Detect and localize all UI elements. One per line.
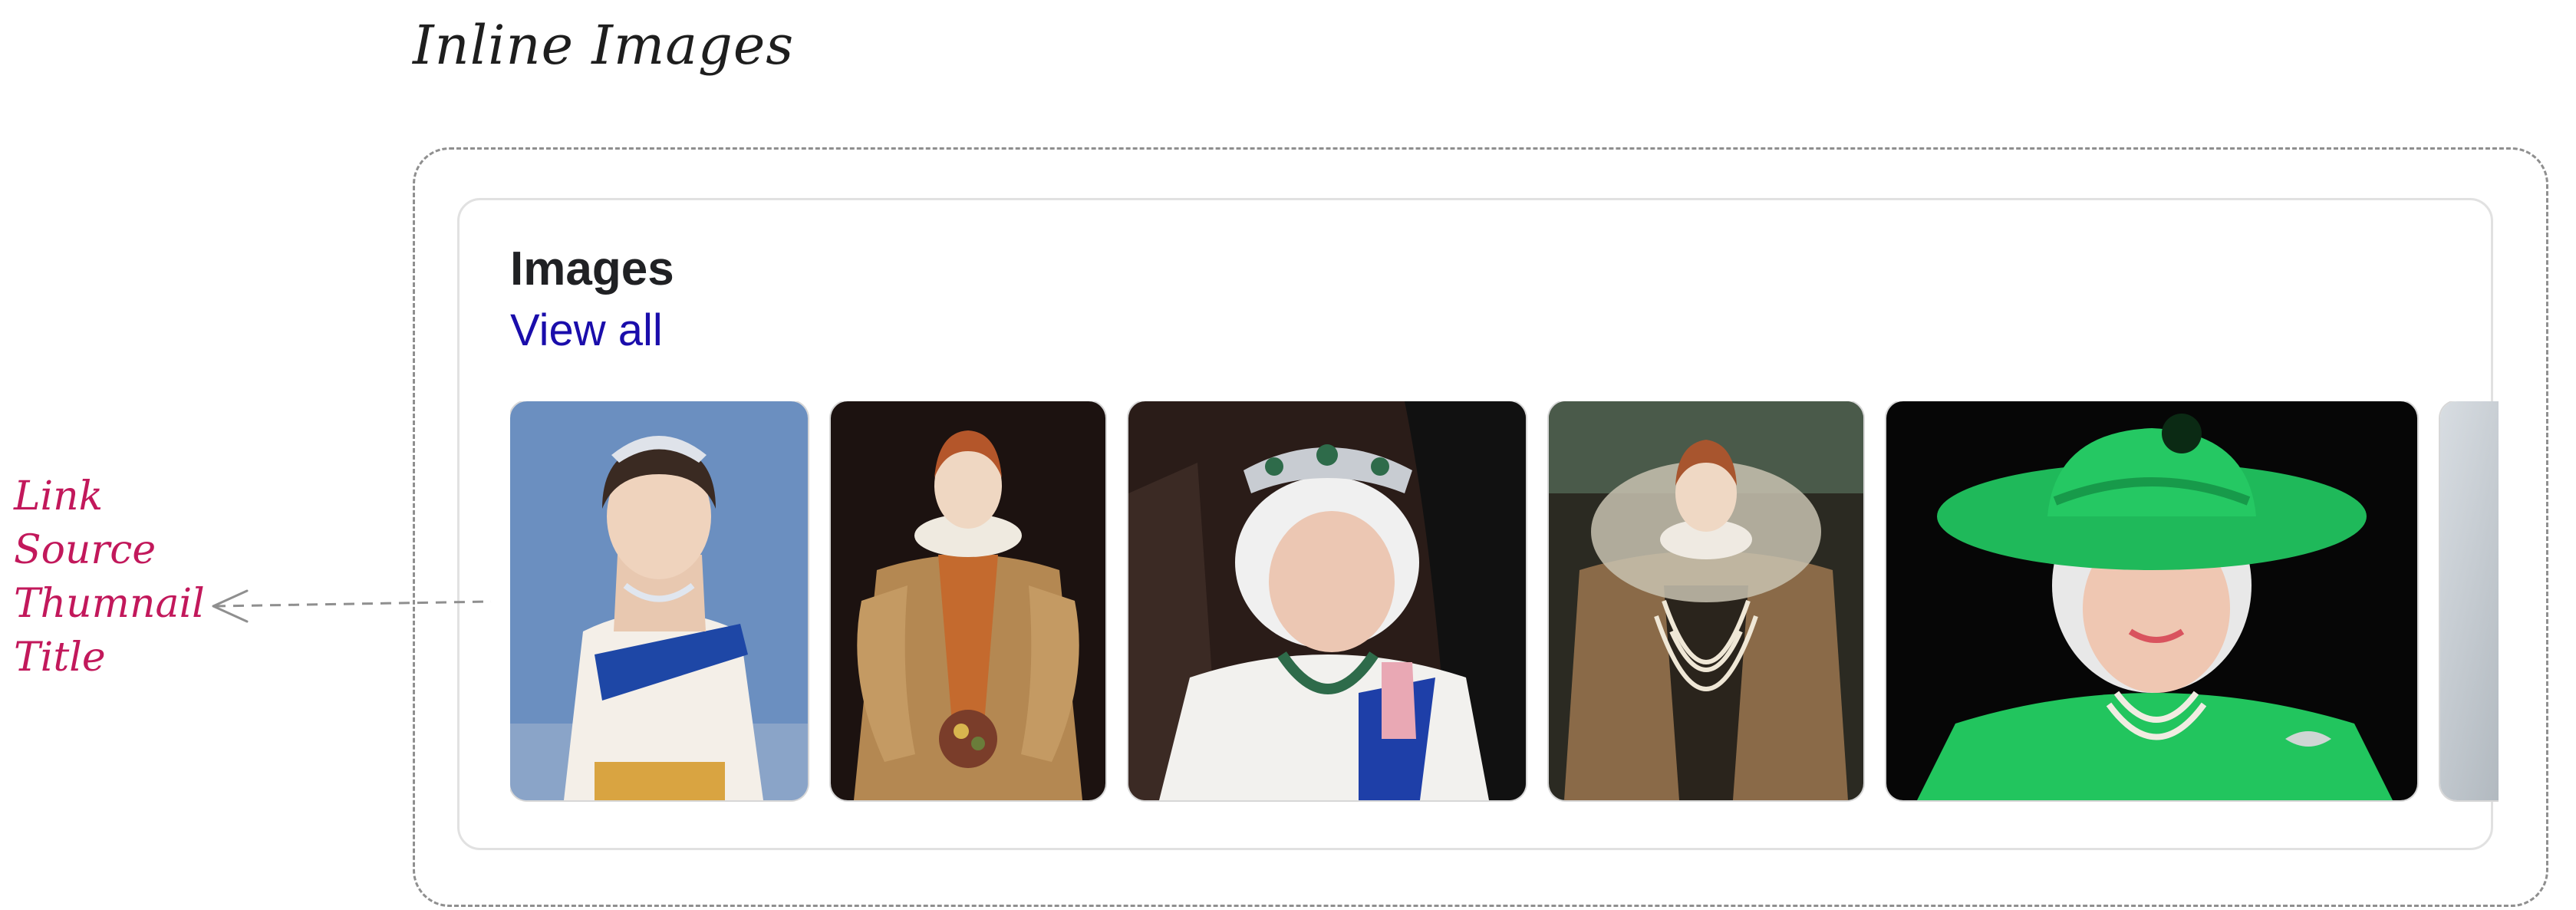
inline-images-card: Images View all: [457, 198, 2499, 850]
images-heading: Images: [510, 242, 674, 295]
portrait-image: [831, 401, 1105, 800]
annotation-label-thumbnail: Thumnail: [14, 581, 205, 627]
image-thumbnail[interactable]: [510, 401, 808, 800]
image-thumbnail[interactable]: [2440, 401, 2499, 800]
image-thumbnail[interactable]: [1128, 401, 1526, 800]
view-all-link[interactable]: View all: [510, 305, 663, 356]
image-thumbnail[interactable]: [1549, 401, 1863, 800]
portrait-image: [1549, 401, 1863, 800]
annotation-label-source: Source: [14, 527, 156, 573]
portrait-image: [510, 401, 808, 800]
image-thumbnail[interactable]: [831, 401, 1105, 800]
portrait-image: [1128, 401, 1526, 800]
portrait-image: [2440, 401, 2499, 800]
annotation-arrow-icon: [212, 589, 492, 623]
image-thumbnail-strip: [510, 401, 2499, 803]
thumbnail-annotation: Link Source Thumnail Title: [14, 470, 205, 684]
image-thumbnail[interactable]: [1886, 401, 2417, 800]
diagram-title: Inline Images: [413, 14, 795, 77]
annotation-label-link: Link: [14, 473, 104, 519]
annotation-label-title: Title: [14, 635, 106, 681]
portrait-image: [1886, 401, 2417, 800]
